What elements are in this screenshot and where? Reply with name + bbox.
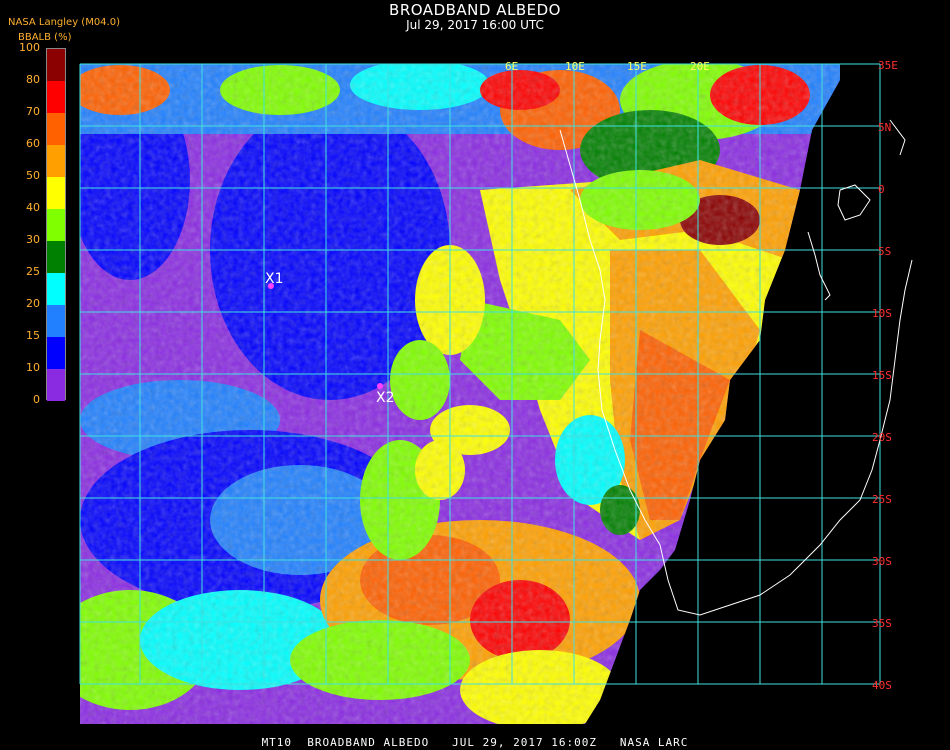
latitude-labels: 35E 5N 0 5S 10S 15S 20S 25S 30S 35S 40S bbox=[872, 59, 898, 692]
colorbar-segment bbox=[47, 209, 65, 241]
lat-label: 35E bbox=[878, 59, 898, 72]
lon-label: 10E bbox=[565, 60, 585, 73]
lat-label: 20S bbox=[872, 431, 892, 444]
colorbar-segment bbox=[47, 241, 65, 273]
colorbar-tick-label: 50 bbox=[26, 169, 40, 182]
org-label: NASA Langley (M04.0) bbox=[8, 17, 120, 28]
colorbar-tick-label: 80 bbox=[26, 73, 40, 86]
lat-label: 5S bbox=[878, 245, 891, 258]
colorbar-tick-label: 10 bbox=[26, 361, 40, 374]
albedo-field bbox=[80, 64, 840, 724]
colorbar-tick-label: 70 bbox=[26, 105, 40, 118]
marker-x1[interactable]: X1 bbox=[265, 271, 284, 289]
colorbar-segment bbox=[47, 305, 65, 337]
colorbar-segment bbox=[47, 177, 65, 209]
colorbar-segment bbox=[47, 369, 65, 401]
page-subtitle: Jul 29, 2017 16:00 UTC bbox=[406, 18, 544, 32]
lat-label: 25S bbox=[872, 493, 892, 506]
marker-label: X1 bbox=[265, 271, 284, 287]
colorbar-segment bbox=[47, 145, 65, 177]
colorbar-tick-label: 25 bbox=[26, 265, 40, 278]
page-title: BROADBAND ALBEDO bbox=[389, 1, 561, 19]
colorbar-segment bbox=[47, 273, 65, 305]
lat-label: 40S bbox=[872, 679, 892, 692]
lon-label: 20E bbox=[690, 60, 710, 73]
colorbar-segment bbox=[47, 81, 65, 113]
colorbar-segment bbox=[47, 49, 65, 81]
colorbar-tick-label: 30 bbox=[26, 233, 40, 246]
colorbar-tick-label: 20 bbox=[26, 297, 40, 310]
colorbar-tick-label: 40 bbox=[26, 201, 40, 214]
lat-label: 5N bbox=[878, 121, 891, 134]
colorbar-tick-label: 100 bbox=[19, 41, 40, 54]
colorbar-tick-label: 15 bbox=[26, 329, 40, 342]
lat-label: 0 bbox=[878, 183, 885, 196]
colorbar bbox=[46, 48, 66, 401]
lat-label: 15S bbox=[872, 369, 892, 382]
lat-label: 35S bbox=[872, 617, 892, 630]
lon-label: 15E bbox=[627, 60, 647, 73]
colorbar-segment bbox=[47, 113, 65, 145]
colorbar-tick-label: 60 bbox=[26, 137, 40, 150]
lat-label: 10S bbox=[872, 307, 892, 320]
lat-label: 30S bbox=[872, 555, 892, 568]
albedo-map: 35E 5N 0 5S 10S 15S 20S 25S 30S 35S 40S … bbox=[79, 59, 913, 724]
lon-label: 6E bbox=[505, 60, 518, 73]
footer-caption: MT10 BROADBAND ALBEDO JUL 29, 2017 16:00… bbox=[261, 736, 689, 749]
marker-label: X2 bbox=[376, 390, 395, 406]
marker-dot bbox=[377, 383, 383, 389]
colorbar-segment bbox=[47, 337, 65, 369]
colorbar-tick-label: 0 bbox=[33, 393, 40, 406]
